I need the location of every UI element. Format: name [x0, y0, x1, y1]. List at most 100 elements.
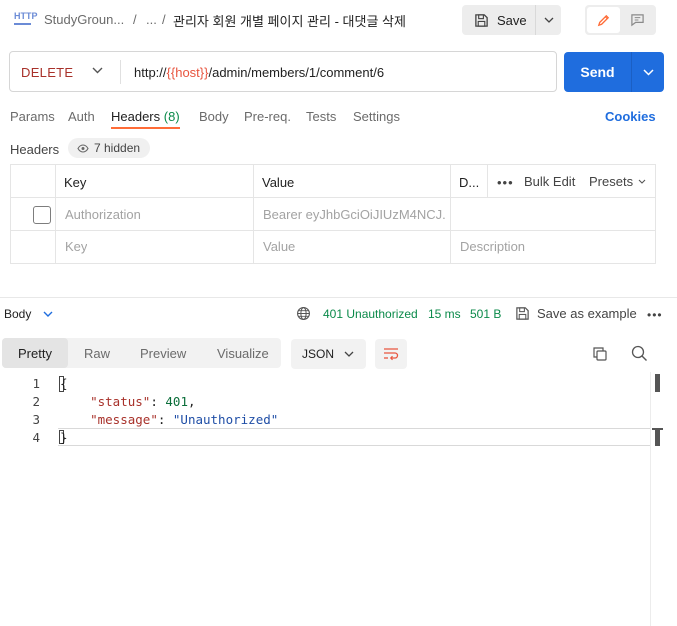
response-body-label: Body: [4, 307, 32, 321]
table-divider: [450, 165, 451, 263]
chevron-down-icon: [344, 351, 354, 357]
tab-visualize[interactable]: Visualize: [217, 346, 269, 361]
pane-divider[interactable]: [0, 297, 677, 298]
url-path: /admin/members/1/comment/6: [208, 65, 385, 80]
scrollbar-thumb[interactable]: [655, 374, 660, 392]
top-bar: HTTP StudyGroun... / ... / 관리자 회원 개별 페이지…: [0, 0, 677, 40]
table-divider: [487, 165, 488, 197]
scrollbar-track[interactable]: [650, 372, 651, 626]
comments-button[interactable]: [621, 7, 654, 33]
response-status[interactable]: 401 Unauthorized: [323, 307, 418, 321]
active-tab-indicator: [111, 127, 180, 129]
json-brace: {: [60, 376, 68, 391]
code-line[interactable]: }: [60, 430, 68, 445]
column-header-value: Value: [262, 175, 295, 190]
tab-headers[interactable]: Headers (8): [111, 109, 180, 124]
new-header-value-input[interactable]: Value: [263, 239, 295, 254]
cookies-link[interactable]: Cookies: [605, 109, 656, 124]
presets-dropdown[interactable]: Presets: [589, 174, 646, 189]
code-line[interactable]: "message": "Unauthorized": [60, 412, 278, 427]
response-body-dropdown[interactable]: Body: [4, 307, 53, 321]
wrap-lines-button[interactable]: [375, 339, 407, 369]
pencil-icon: [596, 13, 611, 28]
tab-params[interactable]: Params: [10, 109, 55, 124]
view-mode-toggle: [585, 5, 656, 35]
save-options-button[interactable]: [536, 5, 561, 35]
save-button-group: Save: [462, 5, 561, 35]
breadcrumb-ellipsis[interactable]: ...: [146, 12, 157, 27]
new-header-description-input[interactable]: Description: [460, 239, 525, 254]
eye-icon: [77, 143, 89, 153]
chevron-down-icon: [642, 68, 654, 76]
line-number: 4: [32, 430, 40, 445]
response-time[interactable]: 15 ms: [428, 307, 461, 321]
presets-label: Presets: [589, 174, 634, 189]
header-value-cell[interactable]: Bearer eyJhbGciOiJIUzM4NCJ...: [263, 207, 445, 222]
save-icon: [515, 306, 530, 321]
tab-tests[interactable]: Tests: [306, 109, 336, 124]
response-more-options[interactable]: •••: [647, 308, 663, 322]
response-format-label: JSON: [302, 347, 335, 361]
chevron-down-icon: [638, 179, 646, 184]
code-line[interactable]: "status": 401,: [60, 394, 195, 409]
wrap-lines-icon: [383, 347, 399, 361]
tab-auth[interactable]: Auth: [68, 109, 95, 124]
json-key: "message": [90, 412, 158, 427]
response-format-select[interactable]: JSON: [291, 339, 366, 369]
save-label: Save: [497, 12, 527, 28]
save-button[interactable]: Save: [462, 5, 536, 35]
breadcrumb-separator: /: [133, 12, 137, 27]
table-more-options[interactable]: •••: [497, 175, 514, 190]
json-string: "Unauthorized": [172, 412, 279, 427]
tab-pretty[interactable]: Pretty: [18, 346, 52, 361]
line-number: 2: [32, 394, 40, 409]
tab-body[interactable]: Body: [199, 109, 229, 124]
breadcrumb-separator: /: [162, 12, 166, 27]
tab-headers-count: (8): [163, 109, 180, 124]
header-enabled-checkbox[interactable]: [33, 206, 51, 224]
url-variable: {{host}}: [166, 65, 209, 80]
method-select[interactable]: DELETE: [21, 65, 73, 80]
copy-icon[interactable]: [592, 346, 608, 362]
new-header-key-input[interactable]: Key: [65, 239, 87, 254]
tab-prereq[interactable]: Pre-req.: [244, 109, 291, 124]
column-header-key: Key: [64, 175, 87, 190]
send-button[interactable]: Send: [564, 52, 631, 92]
column-header-description: D...: [459, 175, 480, 190]
breadcrumb-collection[interactable]: StudyGroun...: [44, 12, 124, 27]
response-view-tabs: Pretty Raw Preview Visualize: [2, 338, 281, 368]
chevron-down-icon[interactable]: [92, 67, 103, 74]
save-icon: [474, 13, 489, 28]
json-brace: }: [60, 430, 68, 445]
send-button-group: Send: [564, 52, 664, 92]
globe-icon[interactable]: [296, 306, 311, 321]
line-number: 1: [32, 376, 40, 391]
search-icon[interactable]: [631, 345, 648, 362]
save-as-example-button[interactable]: Save as example: [515, 306, 637, 321]
request-title[interactable]: 관리자 회원 개별 페이지 관리 - 대댓글 삭제: [173, 11, 406, 30]
headers-section-label: Headers: [10, 142, 60, 157]
hidden-headers-toggle[interactable]: 7 hidden: [68, 138, 150, 158]
send-options-button[interactable]: [632, 52, 664, 92]
save-as-example-label: Save as example: [537, 306, 637, 321]
tab-preview[interactable]: Preview: [140, 346, 186, 361]
json-number: 401: [165, 394, 188, 409]
url-bar: DELETE http://{{host}}/admin/members/1/c…: [9, 51, 557, 92]
table-divider: [55, 165, 56, 263]
line-number: 3: [32, 412, 40, 427]
current-line-highlight: [58, 428, 651, 446]
response-size[interactable]: 501 B: [470, 307, 501, 321]
code-line[interactable]: {: [60, 376, 68, 391]
table-divider: [11, 197, 655, 198]
bulk-edit-button[interactable]: Bulk Edit: [524, 174, 575, 189]
url-input[interactable]: http://{{host}}/admin/members/1/comment/…: [134, 65, 384, 80]
hidden-headers-label: 7 hidden: [94, 141, 141, 155]
url-prefix: http://: [134, 65, 167, 80]
chevron-down-icon: [544, 17, 554, 23]
edit-mode-button[interactable]: [587, 7, 620, 33]
table-divider: [253, 165, 254, 263]
tab-raw[interactable]: Raw: [84, 346, 110, 361]
header-key-cell[interactable]: Authorization: [65, 207, 245, 222]
table-divider: [11, 230, 655, 231]
tab-settings[interactable]: Settings: [353, 109, 400, 124]
